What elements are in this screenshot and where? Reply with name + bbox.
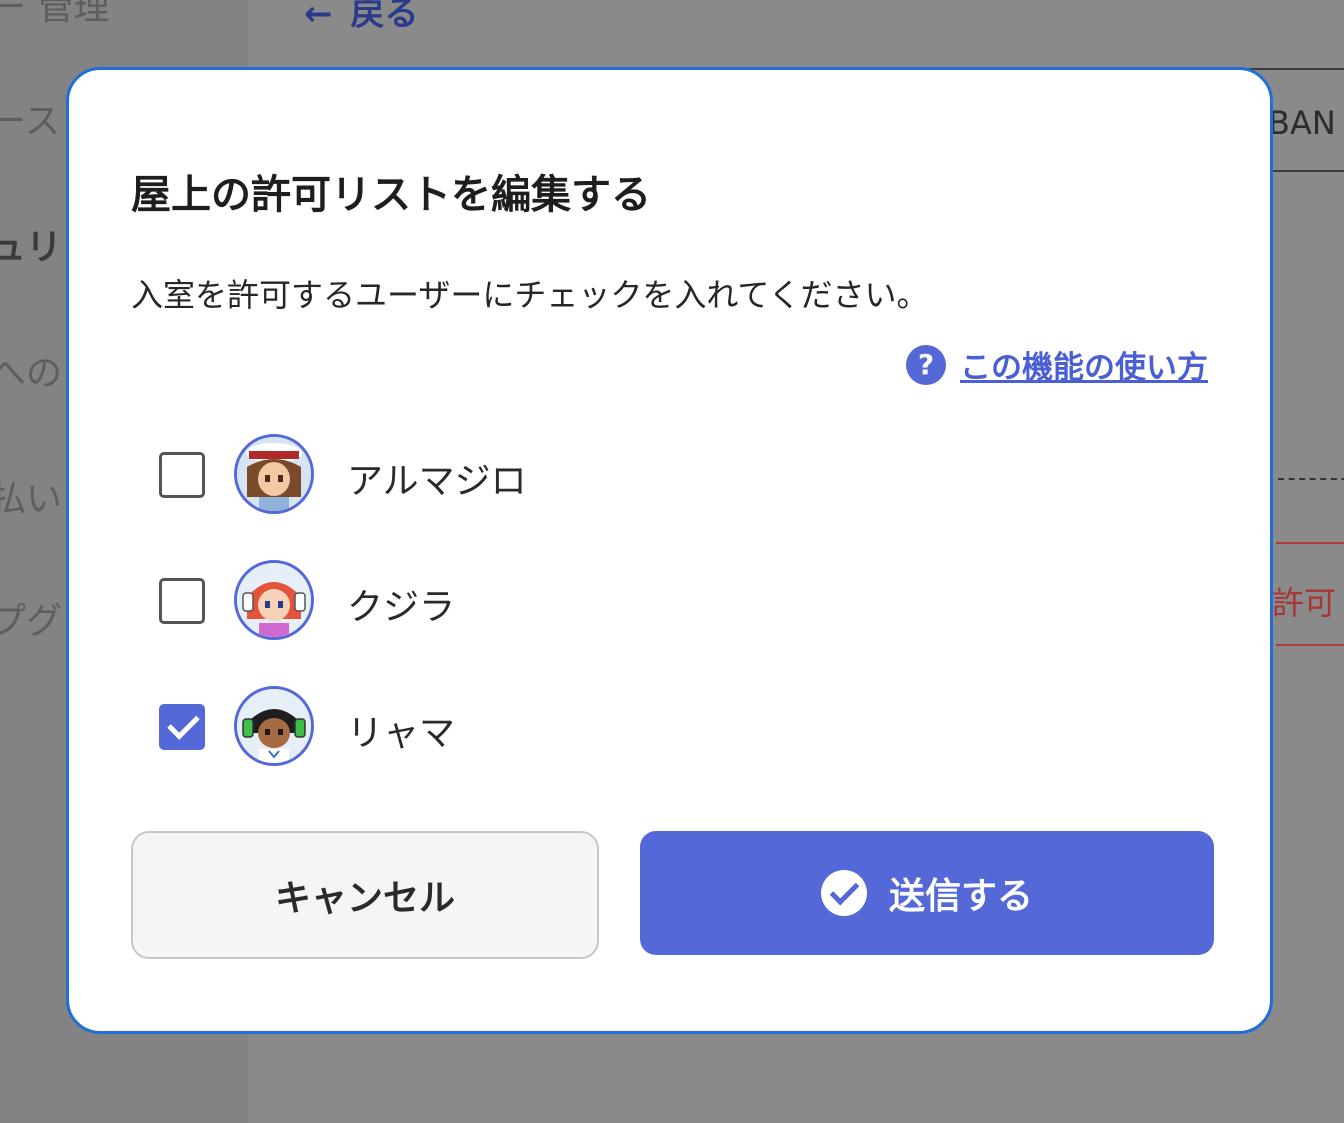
bg-sidebar-item: プグ xyxy=(0,601,63,642)
arrow-left-icon: ← xyxy=(304,0,333,34)
bg-sidebar-item: ュリ xyxy=(0,227,63,268)
user-name: クジラ xyxy=(347,587,456,628)
bg-back-link: ← 戻る xyxy=(304,0,419,35)
user-checkbox[interactable] xyxy=(159,578,205,624)
user-name: アルマジロ xyxy=(347,461,527,502)
user-checkbox[interactable] xyxy=(159,452,205,498)
bg-divider xyxy=(1278,478,1344,480)
bg-sidebar-item: ー 管理 xyxy=(0,0,110,28)
bg-card-text: BAN xyxy=(1268,104,1336,142)
avatar xyxy=(234,686,314,766)
help-link-group[interactable]: ? この機能の使い方 xyxy=(906,342,1208,387)
avatar xyxy=(234,434,314,514)
avatar xyxy=(234,560,314,640)
user-name: リャマ xyxy=(347,713,456,754)
user-list: アルマジロ クジラ リャマ xyxy=(159,434,759,812)
dialog-description: 入室を許可するユーザーにチェックを入れてください。 xyxy=(131,276,929,314)
bg-danger-text: 許可 xyxy=(1272,584,1337,622)
user-checkbox[interactable] xyxy=(159,704,205,750)
submit-button[interactable]: 送信する xyxy=(640,831,1214,955)
check-circle-icon xyxy=(820,870,867,916)
cancel-button[interactable]: キャンセル xyxy=(131,831,599,959)
user-row-whale[interactable]: クジラ xyxy=(159,560,759,686)
help-link[interactable]: この機能の使い方 xyxy=(960,342,1208,387)
bg-sidebar-item: への xyxy=(0,353,63,394)
user-row-llama[interactable]: リャマ xyxy=(159,686,759,812)
allowlist-dialog: 屋上の許可リストを編集する 入室を許可するユーザーにチェックを入れてください。 … xyxy=(66,67,1273,1034)
question-circle-icon: ? xyxy=(906,344,946,385)
bg-sidebar-item: ース xyxy=(0,101,61,142)
bg-sidebar-item: 払い xyxy=(0,479,63,520)
submit-label: 送信する xyxy=(888,876,1033,917)
dialog-title: 屋上の許可リストを編集する xyxy=(131,172,651,218)
user-row-armadillo[interactable]: アルマジロ xyxy=(159,434,759,560)
